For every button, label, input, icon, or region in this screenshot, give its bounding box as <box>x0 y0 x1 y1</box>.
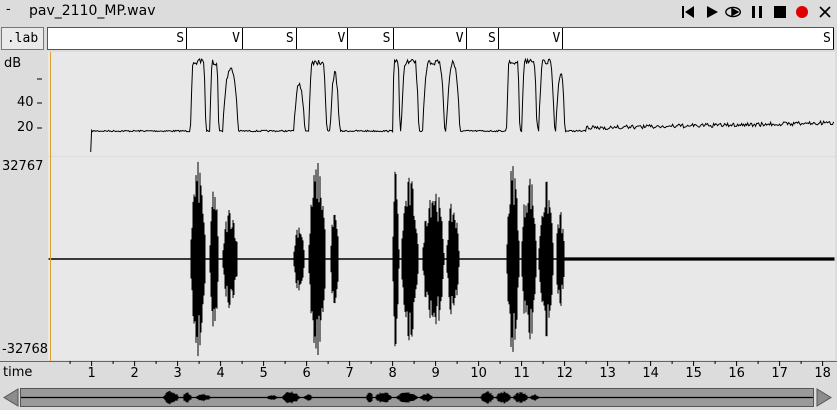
segment-label[interactable]: V <box>232 31 240 46</box>
energy-curve <box>90 57 835 153</box>
segment-boundary[interactable] <box>186 28 188 49</box>
time-tick-label: 14 <box>642 366 659 381</box>
time-tick-label: 16 <box>728 366 745 381</box>
label-tier[interactable]: SVSVSVSVS <box>47 27 834 50</box>
time-tick-label: 2 <box>130 366 139 381</box>
time-tick-label: 5 <box>259 366 268 381</box>
segment-label[interactable]: V <box>337 31 345 46</box>
label-file-button[interactable]: .lab <box>1 27 44 50</box>
time-tick-label: 8 <box>388 366 397 381</box>
time-tick-label: 9 <box>431 366 440 381</box>
time-tick-marks <box>69 361 824 366</box>
energy-panel[interactable]: dB 40 20 <box>0 52 837 156</box>
scroll-thumb[interactable] <box>20 388 814 407</box>
skip-to-start-icon[interactable] <box>678 3 698 21</box>
time-tick-label: 10 <box>470 366 487 381</box>
segment-label[interactable]: V <box>552 31 560 46</box>
segment-label[interactable]: S <box>488 31 496 46</box>
segment-label[interactable]: S <box>286 31 294 46</box>
time-tick-label: 13 <box>599 366 616 381</box>
segment-boundary[interactable] <box>497 28 499 49</box>
waveform-trace <box>48 161 835 357</box>
segment-boundary[interactable] <box>242 28 244 49</box>
segment-label[interactable]: S <box>823 31 831 46</box>
stop-icon[interactable] <box>770 3 790 21</box>
pause-icon[interactable] <box>747 3 767 21</box>
time-tick-label: 4 <box>216 366 225 381</box>
overview-waveform <box>21 390 813 405</box>
time-tick-label: 1 <box>87 366 96 381</box>
play-icon[interactable] <box>702 3 722 21</box>
segment-label[interactable]: S <box>176 31 184 46</box>
loop-play-icon[interactable] <box>724 3 744 21</box>
record-icon[interactable] <box>792 3 812 21</box>
playback-cursor[interactable] <box>50 52 51 361</box>
window-title: pav_2110_MP.wav <box>29 3 156 19</box>
segment-boundary[interactable] <box>347 28 349 49</box>
time-tick-label: 11 <box>513 366 530 381</box>
time-tick-label: 15 <box>685 366 702 381</box>
segment-boundary[interactable] <box>295 28 297 49</box>
time-tick-label: 3 <box>173 366 182 381</box>
waveform-panel[interactable]: 32767 -32768 <box>0 157 837 360</box>
time-axis-label: time <box>3 365 33 380</box>
window-menu-button[interactable]: - <box>6 2 11 17</box>
segment-boundary[interactable] <box>392 28 394 49</box>
segment-boundary[interactable] <box>465 28 467 49</box>
scroll-right-arrow-icon[interactable] <box>816 388 832 407</box>
segment-boundary[interactable] <box>562 28 564 49</box>
segment-label[interactable]: V <box>456 31 464 46</box>
energy-plot <box>37 57 835 153</box>
time-tick-label: 17 <box>771 366 788 381</box>
segment-boundary[interactable] <box>833 28 834 49</box>
overview-path <box>21 390 813 405</box>
close-icon[interactable] <box>815 3 835 21</box>
waveform-plot <box>48 161 835 357</box>
segment-label[interactable]: S <box>383 31 391 46</box>
time-tick-label: 18 <box>814 366 831 381</box>
time-tick-label: 6 <box>302 366 311 381</box>
scroll-left-arrow-icon[interactable] <box>3 388 19 407</box>
time-tick-label: 7 <box>345 366 354 381</box>
time-tick-label: 12 <box>556 366 573 381</box>
